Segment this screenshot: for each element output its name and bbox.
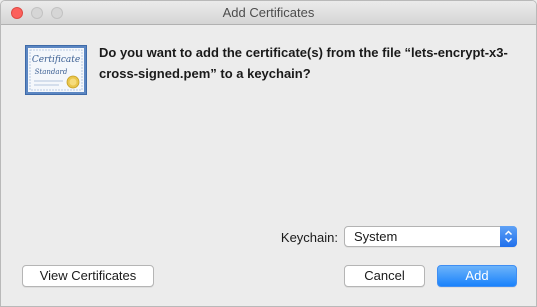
certificate-icon-title: Certificate bbox=[32, 55, 80, 65]
add-button[interactable]: Add bbox=[437, 265, 517, 287]
add-certificates-window: Add Certificates Certificate Standard Do… bbox=[0, 0, 537, 307]
title-bar[interactable]: Add Certificates bbox=[1, 1, 536, 25]
chevron-up-down-icon bbox=[500, 226, 517, 247]
keychain-label: Keychain: bbox=[280, 230, 338, 245]
certificate-icon-subtitle: Standard bbox=[35, 68, 68, 76]
view-certificates-button[interactable]: View Certificates bbox=[22, 265, 154, 287]
cancel-button[interactable]: Cancel bbox=[344, 265, 425, 287]
keychain-selected-value: System bbox=[354, 229, 398, 244]
window-title: Add Certificates bbox=[222, 5, 315, 20]
dialog-message: Do you want to add the certificate(s) fr… bbox=[99, 45, 508, 81]
certificate-icon: Certificate Standard bbox=[25, 45, 87, 95]
keychain-select[interactable]: System bbox=[344, 226, 517, 247]
